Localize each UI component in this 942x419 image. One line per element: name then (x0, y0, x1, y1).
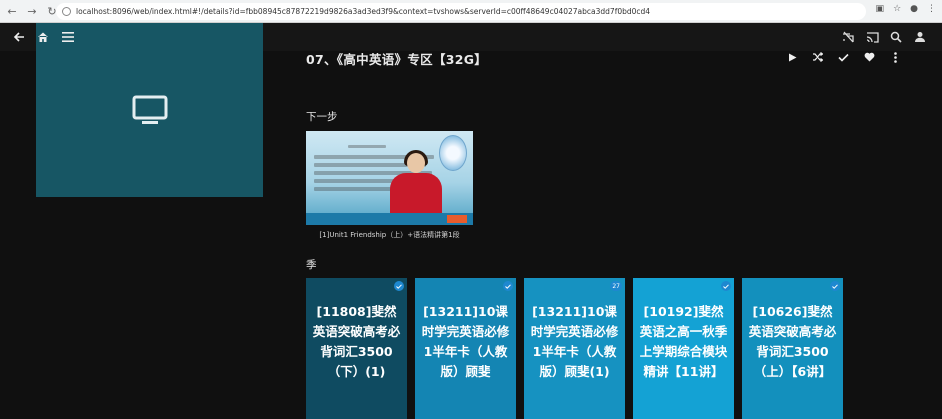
played-check-icon (394, 281, 404, 291)
season-card-title: [11808]斐然英语突破高考必背词汇3500（下）(1) (312, 304, 401, 379)
play-icon (788, 53, 796, 61)
url-text: localhost:8096/web/index.html#!/details?… (76, 7, 651, 16)
mark-played-button[interactable] (834, 48, 852, 66)
season-card[interactable]: [11808]斐然英语突破高考必背词汇3500（下）(1) (306, 278, 407, 419)
address-bar[interactable]: localhost:8096/web/index.html#!/details?… (56, 3, 866, 20)
page-title: 07、《高中英语》专区【32G】 (306, 52, 488, 67)
bookmark-star-icon[interactable]: ☆ (893, 4, 901, 14)
browser-back-icon[interactable]: ← (4, 3, 20, 19)
heart-icon (864, 52, 874, 62)
browser-menu-icon[interactable]: ⋮ (927, 4, 936, 14)
season-card-title: [13211]10课时学完英语必修1半年卡（人教版）顾斐(1) (530, 304, 619, 379)
tv-icon (132, 95, 167, 124)
check-icon (837, 53, 849, 62)
browser-toolbar: ← → ↻ localhost:8096/web/index.html#!/de… (0, 0, 942, 23)
played-check-icon (721, 281, 731, 291)
season-card[interactable]: [13211]10课时学完英语必修1半年卡（人教版）顾斐 (415, 278, 516, 419)
season-card-title: [10626]斐然英语突破高考必背词汇3500（上）【6讲】 (748, 304, 837, 379)
unplayed-count-badge: 27 (610, 281, 622, 291)
season-card-title: [13211]10课时学完英语必修1半年卡（人教版）顾斐 (421, 304, 510, 379)
more-icon (893, 51, 897, 63)
arrow-left-icon[interactable] (10, 23, 28, 51)
shuffle-icon (812, 52, 823, 62)
season-card[interactable]: [10192]斐然英语之高一秋季上学期综合模块精讲【11讲】 (633, 278, 734, 419)
menu-icon[interactable] (60, 23, 76, 51)
next-up-heading: 下一步 (306, 111, 338, 123)
cast-off-icon[interactable] (840, 23, 856, 51)
season-card[interactable]: [13211]10课时学完英语必修1半年卡（人教版）顾斐(1) 27 (524, 278, 625, 419)
played-check-icon (830, 281, 840, 291)
favorite-button[interactable] (860, 48, 878, 66)
seasons-heading: 季 (306, 259, 317, 271)
extensions-icon[interactable]: ● (910, 4, 918, 14)
cast-icon[interactable] (864, 23, 880, 51)
more-button[interactable] (886, 48, 904, 66)
browser-forward-icon[interactable]: → (24, 3, 40, 19)
home-icon[interactable] (35, 23, 51, 51)
season-card-title: [10192]斐然英语之高一秋季上学期综合模块精讲【11讲】 (639, 304, 728, 379)
played-check-icon (503, 281, 513, 291)
user-icon[interactable] (912, 23, 928, 51)
play-button[interactable] (783, 48, 801, 66)
shuffle-button[interactable] (808, 48, 826, 66)
site-info-icon[interactable] (62, 7, 71, 16)
season-card[interactable]: [10626]斐然英语突破高考必背词汇3500（上）【6讲】 (742, 278, 843, 419)
next-up-thumbnail[interactable] (306, 131, 473, 225)
next-up-caption: [1]Unit1 Friendship（上）+语法精讲第1段 (319, 231, 460, 239)
translate-icon[interactable]: ▣ (876, 4, 885, 14)
thumbnail-corner-mark (447, 215, 467, 223)
search-icon[interactable] (888, 23, 904, 51)
